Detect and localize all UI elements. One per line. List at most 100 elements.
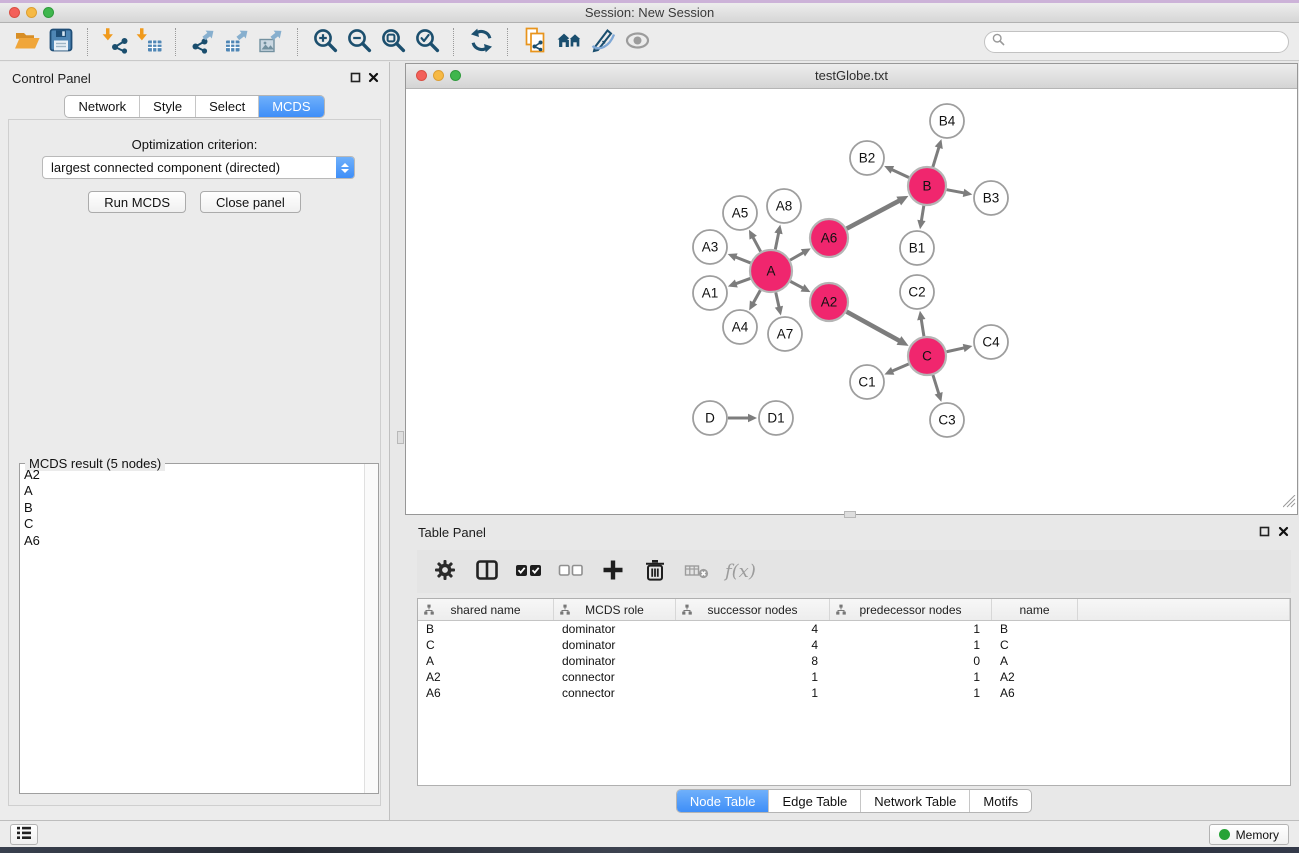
close-panel-button2[interactable]: Close panel bbox=[200, 191, 301, 213]
graph-edge-A-A1[interactable] bbox=[734, 278, 750, 284]
tab-edge-table[interactable]: Edge Table bbox=[768, 790, 860, 812]
zoom-fit-button[interactable] bbox=[376, 25, 410, 59]
table-cell[interactable]: dominator bbox=[554, 621, 676, 637]
refresh-button[interactable] bbox=[464, 25, 498, 59]
table-cell[interactable]: 1 bbox=[830, 637, 992, 653]
zoom-selected-button[interactable] bbox=[410, 25, 444, 59]
tab-mcds[interactable]: MCDS bbox=[258, 96, 323, 117]
table-cell[interactable]: dominator bbox=[554, 637, 676, 653]
run-mcds-button[interactable]: Run MCDS bbox=[88, 191, 186, 213]
graph-edge-A-A2[interactable] bbox=[790, 281, 804, 288]
graph-edge-A6-B[interactable] bbox=[847, 200, 901, 229]
mcds-result-item[interactable]: C bbox=[20, 516, 364, 532]
select-all-button[interactable] bbox=[511, 554, 547, 590]
table-cell[interactable]: B bbox=[992, 621, 1078, 637]
table-cell[interactable]: C bbox=[418, 637, 554, 653]
float-panel-button[interactable] bbox=[349, 72, 362, 85]
graph-edge-A-A8[interactable] bbox=[775, 231, 779, 249]
delete-button[interactable] bbox=[637, 554, 673, 590]
table-cell[interactable]: A6 bbox=[418, 685, 554, 701]
graph-edge-A2-C[interactable] bbox=[847, 312, 901, 342]
graph-edge-A-A3[interactable] bbox=[734, 257, 750, 263]
open-browser-button[interactable] bbox=[552, 25, 586, 59]
memory-button[interactable]: Memory bbox=[1209, 824, 1289, 845]
network-canvas[interactable]: B4B2BB3A8A5A6A3B1AA1C2A2A4A7C4CC1C3DD1 bbox=[406, 89, 1297, 514]
graph-edge-A-A7[interactable] bbox=[776, 292, 780, 308]
graph-edge-C-C4[interactable] bbox=[947, 348, 966, 352]
table-cell[interactable]: A bbox=[992, 653, 1078, 669]
table-row[interactable]: A2connector11A2 bbox=[418, 669, 1290, 685]
new-session-from-network-button[interactable] bbox=[518, 25, 552, 59]
import-network-button[interactable] bbox=[98, 25, 132, 59]
graph-edge-A-A5[interactable] bbox=[752, 236, 760, 252]
zoom-out-button[interactable] bbox=[342, 25, 376, 59]
table-cell[interactable]: 1 bbox=[676, 685, 830, 701]
column-header-mcds-role[interactable]: MCDS role bbox=[554, 599, 676, 620]
search-input[interactable] bbox=[1009, 33, 1288, 51]
table-row[interactable]: Adominator80A bbox=[418, 653, 1290, 669]
graph-edge-A-A6[interactable] bbox=[790, 252, 805, 260]
vertical-split-handle[interactable] bbox=[397, 431, 404, 444]
table-cell[interactable]: 0 bbox=[830, 653, 992, 669]
table-cell[interactable]: 1 bbox=[830, 621, 992, 637]
result-scrollbar[interactable] bbox=[364, 464, 378, 793]
graph-edge-C-C3[interactable] bbox=[933, 375, 939, 395]
close-table-panel-button[interactable] bbox=[1277, 526, 1290, 539]
search-box[interactable] bbox=[984, 31, 1289, 53]
tab-motifs[interactable]: Motifs bbox=[969, 790, 1031, 812]
table-cell[interactable]: A6 bbox=[992, 685, 1078, 701]
hide-graphics-details-button[interactable] bbox=[586, 25, 620, 59]
zoom-in-button[interactable] bbox=[308, 25, 342, 59]
export-table-button[interactable] bbox=[220, 25, 254, 59]
table-cell[interactable]: B bbox=[418, 621, 554, 637]
table-row[interactable]: Bdominator41B bbox=[418, 621, 1290, 637]
column-header-predecessor-nodes[interactable]: predecessor nodes bbox=[830, 599, 992, 620]
horizontal-split-handle[interactable] bbox=[844, 511, 856, 518]
table-cell[interactable]: 1 bbox=[830, 669, 992, 685]
show-hide-view-button[interactable] bbox=[620, 25, 654, 59]
save-session-button[interactable] bbox=[44, 25, 78, 59]
open-session-button[interactable] bbox=[10, 25, 44, 59]
task-history-button[interactable] bbox=[10, 824, 38, 845]
mcds-result-item[interactable]: A bbox=[20, 483, 364, 499]
table-cell[interactable]: 1 bbox=[830, 685, 992, 701]
deselect-all-button[interactable] bbox=[553, 554, 589, 590]
graph-edge-B-B4[interactable] bbox=[933, 146, 939, 167]
settings-button[interactable] bbox=[427, 554, 463, 590]
table-cell[interactable]: 4 bbox=[676, 621, 830, 637]
delete-table-button[interactable] bbox=[679, 554, 715, 590]
graph-edge-A-A4[interactable] bbox=[753, 290, 761, 304]
table-cell[interactable]: dominator bbox=[554, 653, 676, 669]
mcds-result-item[interactable]: A2 bbox=[20, 467, 364, 483]
column-header-shared-name[interactable]: shared name bbox=[418, 599, 554, 620]
tab-network-table[interactable]: Network Table bbox=[860, 790, 969, 812]
export-network-button[interactable] bbox=[186, 25, 220, 59]
table-cell[interactable]: connector bbox=[554, 685, 676, 701]
function-builder-button[interactable]: f(x) bbox=[725, 561, 756, 582]
tab-node-table[interactable]: Node Table bbox=[677, 790, 769, 812]
table-cell[interactable]: A2 bbox=[992, 669, 1078, 685]
mcds-result-item[interactable]: A6 bbox=[20, 533, 364, 549]
table-cell[interactable]: connector bbox=[554, 669, 676, 685]
table-cell[interactable]: A bbox=[418, 653, 554, 669]
table-row[interactable]: A6connector11A6 bbox=[418, 685, 1290, 701]
graph-edge-B-B1[interactable] bbox=[921, 206, 924, 223]
mcds-result-item[interactable]: B bbox=[20, 500, 364, 516]
show-columns-button[interactable] bbox=[469, 554, 505, 590]
column-header-name[interactable]: name bbox=[992, 599, 1078, 620]
graph-edge-B-B2[interactable] bbox=[891, 169, 909, 178]
table-cell[interactable]: C bbox=[992, 637, 1078, 653]
graph-edge-C-C2[interactable] bbox=[921, 318, 924, 337]
table-row[interactable]: Cdominator41C bbox=[418, 637, 1290, 653]
resize-grip-icon[interactable] bbox=[1283, 495, 1296, 513]
float-table-panel-button[interactable] bbox=[1258, 526, 1271, 539]
tab-style[interactable]: Style bbox=[139, 96, 195, 117]
close-panel-button[interactable] bbox=[367, 72, 380, 85]
tab-network[interactable]: Network bbox=[65, 96, 139, 117]
column-header-successor-nodes[interactable]: successor nodes bbox=[676, 599, 830, 620]
criterion-select[interactable]: largest connected component (directed) bbox=[42, 156, 355, 179]
tab-select[interactable]: Select bbox=[195, 96, 258, 117]
graph-edge-C-C1[interactable] bbox=[891, 364, 909, 372]
table-cell[interactable]: 1 bbox=[676, 669, 830, 685]
table-cell[interactable]: 4 bbox=[676, 637, 830, 653]
